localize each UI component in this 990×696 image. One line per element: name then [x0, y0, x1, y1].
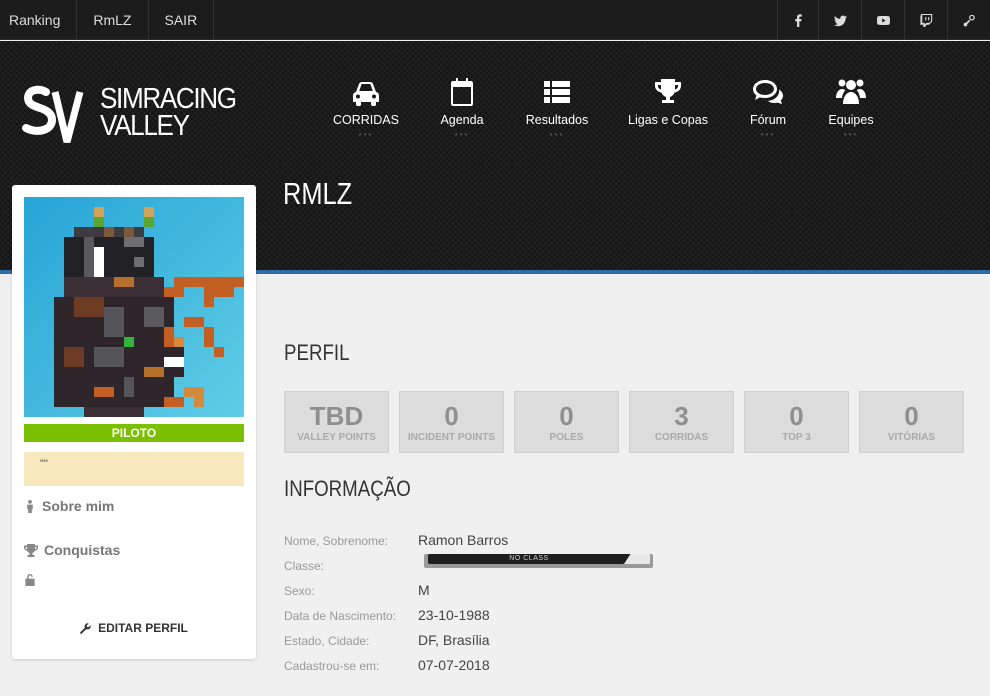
about-me-label: Sobre mim — [42, 498, 115, 514]
nav-ligas[interactable]: Ligas e Copas — [625, 74, 711, 140]
achievements-link[interactable]: Conquistas — [24, 542, 120, 558]
class-bar-text: NO CLASS — [509, 555, 549, 562]
trophy-icon — [652, 78, 684, 106]
nav-forum-label: Fórum — [749, 113, 787, 127]
calendar-icon — [446, 78, 478, 106]
steam-icon[interactable] — [947, 0, 990, 40]
info-value: DF, Brasília — [418, 632, 490, 648]
profile-quote: "" — [24, 452, 244, 486]
page-title: RMLZ — [283, 176, 353, 211]
comments-icon — [752, 78, 784, 106]
logout-link[interactable]: SAIR — [149, 0, 215, 40]
stat-valley-points: TBD VALLEY POINTS — [284, 391, 389, 453]
nav-corridas-label: CORRIDAS — [333, 113, 399, 127]
edit-profile-label: EDITAR PERFIL — [98, 621, 188, 635]
nav-agenda[interactable]: Agenda ••• — [428, 74, 496, 140]
car-icon — [350, 78, 382, 106]
trophy-icon — [24, 543, 38, 557]
stat-value: 0 — [789, 401, 804, 431]
ranking-link[interactable]: Ranking — [0, 0, 78, 40]
nav-equipes-label: Equipes — [828, 113, 874, 127]
info-key: Classe: — [284, 559, 325, 573]
logo-line-2: VALLEY — [100, 110, 190, 142]
top-links: Ranking RmLZ SAIR — [0, 0, 215, 40]
top-bar: Ranking RmLZ SAIR — [0, 0, 990, 40]
about-me-link[interactable]: Sobre mim — [24, 498, 114, 514]
site-logo[interactable]: SIMRACING VALLEY — [22, 84, 262, 144]
info-section-title: INFORMAÇÃO — [284, 476, 411, 501]
unlock-icon — [25, 573, 35, 586]
info-value: Ramon Barros — [418, 532, 509, 548]
info-row-class: Classe: NO CLASS — [284, 554, 784, 577]
stat-value: 0 — [444, 401, 459, 431]
social-links — [777, 0, 990, 40]
stat-label: VITÓRIAS — [887, 432, 936, 443]
nav-dots: ••• — [843, 130, 859, 139]
stats-row: TBD VALLEY POINTS 0 INCIDENT POINTS 0 PO… — [284, 391, 964, 453]
nav-dots: ••• — [760, 130, 776, 139]
youtube-icon[interactable] — [861, 0, 904, 40]
stat-corridas: 3 CORRIDAS — [629, 391, 734, 453]
info-key: Sexo: — [284, 584, 315, 598]
achievements-label: Conquistas — [44, 542, 121, 558]
nav-resultados-label: Resultados — [525, 113, 589, 127]
nav-dots: ••• — [454, 130, 470, 139]
user-link[interactable]: RmLZ — [77, 0, 149, 40]
stat-label: CORRIDAS — [654, 432, 709, 443]
info-key: Estado, Cidade: — [284, 634, 370, 648]
role-badge: PILOTO — [24, 424, 244, 442]
info-value: M — [418, 582, 430, 598]
unlock-link[interactable] — [24, 573, 42, 586]
stat-value: 0 — [559, 401, 574, 431]
stat-value: 3 — [674, 401, 689, 431]
info-value: 23-10-1988 — [418, 607, 490, 623]
male-icon — [27, 499, 33, 513]
facebook-icon[interactable] — [777, 0, 818, 40]
wrench-icon — [80, 622, 91, 634]
stat-value: TBD — [309, 401, 364, 431]
info-key: Cadastrou-se em: — [284, 659, 380, 673]
list-icon — [541, 78, 573, 106]
nav-ligas-label: Ligas e Copas — [628, 113, 708, 127]
edit-profile-button[interactable]: EDITAR PERFIL — [12, 621, 256, 635]
nav-equipes[interactable]: Equipes ••• — [820, 74, 882, 140]
pixel-art-avatar-image — [54, 207, 244, 417]
logo-wordmark: SIMRACING VALLEY — [100, 83, 237, 142]
stat-label: VALLEY POINTS — [297, 432, 376, 443]
info-row-sex: Sexo: M — [284, 582, 784, 602]
twitter-icon[interactable] — [818, 0, 861, 40]
info-row-location: Estado, Cidade: DF, Brasília — [284, 632, 784, 652]
info-key: Data de Nascimento: — [284, 609, 397, 623]
info-key: Nome, Sobrenome: — [284, 534, 389, 548]
profile-sidebar: PILOTO "" Sobre mim Conquistas EDITAR PE… — [12, 185, 256, 659]
avatar — [24, 197, 244, 417]
class-bar: NO CLASS — [424, 554, 653, 568]
profile-section-title: PERFIL — [284, 340, 350, 365]
stat-label: POLES — [549, 432, 584, 443]
stat-incident-points: 0 INCIDENT POINTS — [399, 391, 504, 453]
stat-top3: 0 TOP 3 — [744, 391, 849, 453]
info-row-birthdate: Data de Nascimento: 23-10-1988 — [284, 607, 784, 627]
stat-label: INCIDENT POINTS — [407, 432, 496, 443]
twitch-icon[interactable] — [904, 0, 947, 40]
nav-agenda-label: Agenda — [440, 113, 484, 127]
stat-poles: 0 POLES — [514, 391, 619, 453]
sv-logo-mark — [22, 85, 84, 143]
logo-line-1: SIMRACING — [100, 83, 237, 115]
users-icon — [835, 78, 867, 106]
info-row-name: Nome, Sobrenome: Ramon Barros — [284, 532, 784, 552]
stat-vitorias: 0 VITÓRIAS — [859, 391, 964, 453]
stat-label: TOP 3 — [782, 432, 811, 443]
nav-resultados[interactable]: Resultados ••• — [520, 74, 594, 140]
info-row-registered: Cadastrou-se em: 07-07-2018 — [284, 657, 784, 677]
stat-value: 0 — [904, 401, 919, 431]
info-value: 07-07-2018 — [418, 657, 490, 673]
nav-forum[interactable]: Fórum ••• — [740, 74, 796, 140]
nav-corridas[interactable]: CORRIDAS ••• — [330, 74, 402, 140]
nav-dots: ••• — [358, 130, 374, 139]
nav-dots: ••• — [549, 130, 565, 139]
